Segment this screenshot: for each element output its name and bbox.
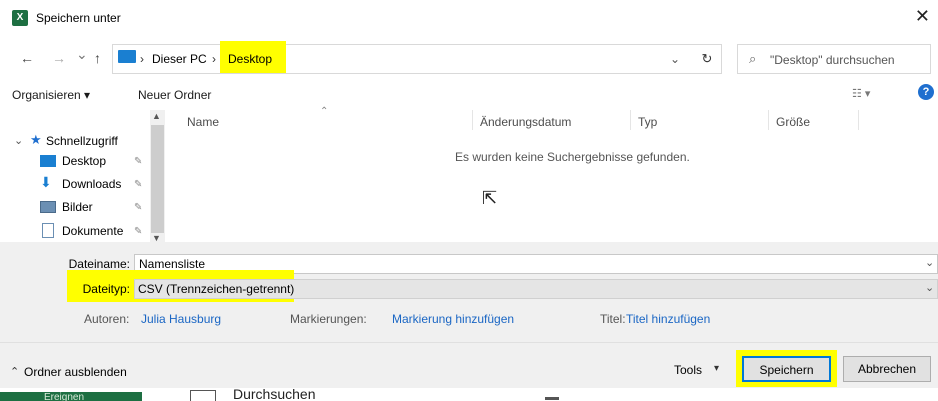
tags-label: Markierungen: — [290, 312, 367, 326]
column-size[interactable]: Größe — [776, 115, 810, 129]
mouse-cursor-icon: ⇱ — [482, 188, 498, 208]
authors-value[interactable]: Julia Hausburg — [141, 312, 221, 326]
pin-icon[interactable]: ✎ — [134, 226, 142, 237]
empty-results-message: Es wurden keine Suchergebnisse gefunden. — [455, 150, 690, 164]
authors-label: Autoren: — [84, 312, 130, 326]
sidebar-item-pictures[interactable]: Bilder — [62, 200, 93, 214]
breadcrumb-separator-2: › — [212, 52, 216, 66]
tools-dropdown-icon[interactable]: ▾ — [714, 363, 719, 374]
tools-button[interactable]: Tools — [674, 363, 702, 377]
scroll-up-icon[interactable]: ▲ — [152, 111, 161, 121]
column-separator — [630, 110, 631, 130]
cancel-button[interactable]: Abbrechen — [843, 356, 931, 382]
column-separator — [858, 110, 859, 130]
background-left-panel: Ereignen — [0, 392, 142, 401]
view-options-icon[interactable]: ☷ ▾ — [852, 87, 870, 100]
window-title: Speichern unter — [36, 11, 121, 25]
sidebar-item-documents[interactable]: Dokumente — [62, 224, 123, 238]
back-arrow-icon[interactable]: ← — [20, 50, 34, 66]
sidebar-scroll-thumb[interactable] — [151, 125, 164, 233]
new-folder-button[interactable]: Neuer Ordner — [138, 88, 211, 102]
column-modified[interactable]: Änderungsdatum — [480, 115, 571, 129]
column-name[interactable]: Name — [187, 115, 219, 129]
breadcrumb-this-pc[interactable]: Dieser PC — [152, 52, 207, 66]
up-arrow-icon[interactable]: ↑ — [94, 50, 101, 66]
close-icon[interactable]: ✕ — [915, 7, 930, 25]
this-pc-icon — [118, 50, 136, 63]
divider — [0, 342, 938, 343]
title-label: Titel: — [600, 312, 626, 326]
column-separator — [768, 110, 769, 130]
filetype-label: Dateityp: — [82, 282, 130, 296]
background-browse-label: Durchsuchen — [233, 386, 316, 401]
folder-outline-icon — [190, 390, 216, 401]
sidebar-item-downloads[interactable]: Downloads — [62, 177, 121, 191]
sidebar-item-desktop[interactable]: Desktop — [62, 154, 106, 168]
background-bar — [545, 397, 559, 400]
organize-button[interactable]: Organisieren ▾ — [12, 88, 90, 102]
tags-link[interactable]: Markierung hinzufügen — [392, 312, 514, 326]
filename-value: Namensliste — [139, 257, 206, 271]
navigation-pane — [0, 110, 165, 242]
column-type[interactable]: Typ — [638, 115, 657, 129]
filename-dropdown-icon[interactable]: ⌄ — [925, 256, 934, 269]
search-icon: ⌕ — [749, 51, 757, 66]
star-icon: ★ — [30, 132, 42, 147]
breadcrumb-desktop[interactable]: Desktop — [228, 52, 272, 66]
expand-chevron-icon[interactable]: ⌄ — [14, 134, 23, 147]
excel-icon: X — [12, 10, 28, 26]
chevron-up-icon[interactable]: ⌃ — [10, 365, 19, 378]
pin-icon[interactable]: ✎ — [134, 202, 142, 213]
sort-indicator-icon: ⌃ — [320, 106, 329, 117]
sidebar-item-quick-access[interactable]: Schnellzugriff — [46, 134, 118, 148]
address-dropdown-icon[interactable]: ⌄ — [670, 52, 680, 66]
refresh-icon[interactable]: ↻ — [694, 44, 720, 74]
help-icon[interactable]: ? — [918, 84, 934, 100]
pin-icon[interactable]: ✎ — [134, 179, 142, 190]
save-button[interactable]: Speichern — [742, 356, 831, 382]
documents-icon — [42, 223, 54, 238]
forward-arrow-icon[interactable]: → — [52, 50, 66, 66]
filetype-value: CSV (Trennzeichen-getrennt) — [138, 282, 295, 296]
desktop-icon — [40, 155, 56, 167]
search-input[interactable]: "Desktop" durchsuchen — [770, 53, 895, 67]
title-link[interactable]: Titel hinzufügen — [626, 312, 710, 326]
hide-folders-button[interactable]: Ordner ausblenden — [24, 365, 127, 379]
download-icon: ⬇ — [40, 174, 52, 190]
filename-label: Dateiname: — [68, 257, 130, 271]
filetype-dropdown-icon[interactable]: ⌄ — [925, 281, 934, 294]
breadcrumb-separator: › — [140, 52, 144, 66]
title-bar — [0, 0, 938, 36]
recent-locations-icon[interactable]: ⌄ — [76, 46, 88, 63]
pictures-icon — [40, 201, 56, 213]
pin-icon[interactable]: ✎ — [134, 156, 142, 167]
column-separator — [472, 110, 473, 130]
